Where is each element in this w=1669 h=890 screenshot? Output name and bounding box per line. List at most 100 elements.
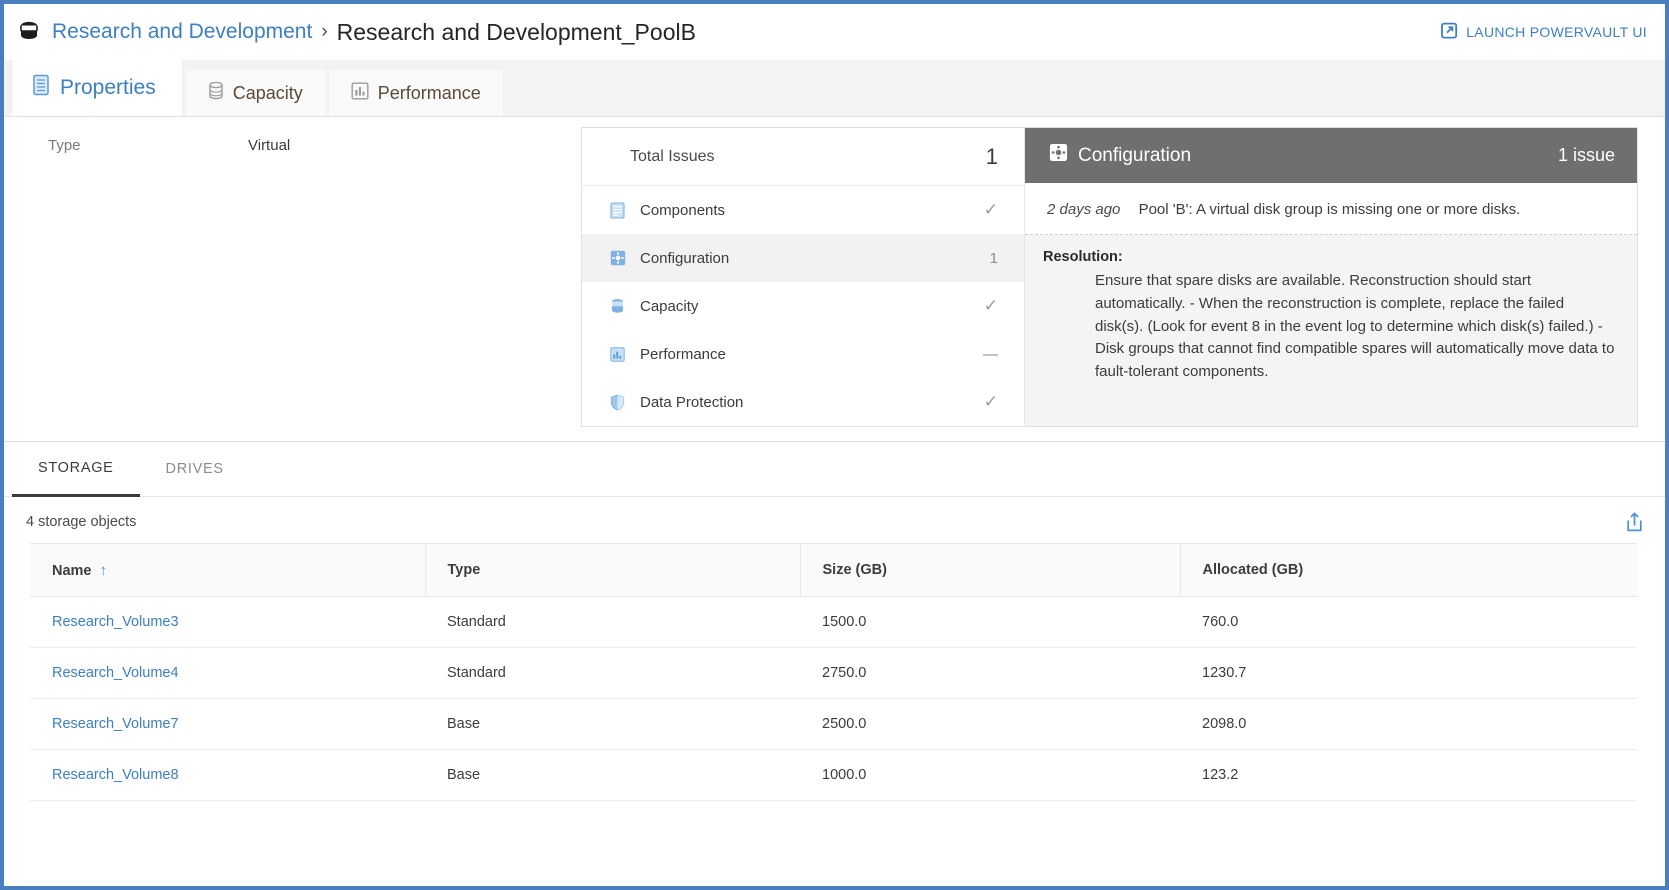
storage-object-count: 4 storage objects — [26, 514, 137, 530]
components-icon — [610, 201, 636, 219]
tab-properties-label: Properties — [60, 75, 156, 99]
storage-table: Name ↑ Type Size (GB) Allocated (GB) Rese… — [30, 543, 1637, 801]
volume-link[interactable]: Research_Volume3 — [52, 614, 179, 630]
storage-count-row: 4 storage objects — [4, 497, 1665, 543]
total-issues-row: Total Issues 1 — [582, 128, 1024, 186]
launch-powervault-ui-label: LAUNCH POWERVAULT UI — [1466, 24, 1647, 40]
section-tab-storage[interactable]: STORAGE — [12, 442, 140, 497]
cell-type: Base — [425, 749, 800, 801]
storage-table-header: Name ↑ Type Size (GB) Allocated (GB) — [30, 543, 1637, 597]
issue-category-performance-status: — — [983, 345, 998, 363]
table-row[interactable]: Research_Volume3 Standard 1500.0 760.0 — [30, 596, 1637, 648]
cell-name[interactable]: Research_Volume4 — [30, 647, 425, 699]
data-protection-icon — [610, 393, 636, 411]
property-type: Type Virtual — [48, 137, 468, 154]
column-header-type[interactable]: Type — [424, 543, 800, 597]
cell-allocated: 123.2 — [1180, 749, 1637, 801]
configuration-icon — [1049, 143, 1068, 168]
tab-performance[interactable]: Performance — [328, 70, 503, 116]
bar-chart-icon — [351, 82, 369, 105]
issue-category-data-protection-status: ✓ — [983, 392, 998, 411]
issue-category-data-protection-label: Data Protection — [640, 393, 744, 411]
cell-type: Standard — [425, 596, 800, 648]
issue-detail-title: Configuration — [1078, 144, 1192, 166]
properties-list-icon — [32, 74, 51, 102]
column-header-name[interactable]: Name ↑ — [30, 543, 425, 597]
total-issues-label: Total Issues — [630, 147, 715, 165]
cell-allocated: 760.0 — [1180, 596, 1637, 648]
issues-category-list: Total Issues 1 Components ✓ Configuratio… — [582, 128, 1025, 426]
tab-performance-label: Performance — [377, 82, 481, 103]
page-header: Research and Development › Research and … — [4, 4, 1665, 60]
tab-properties[interactable]: Properties — [12, 59, 182, 116]
issue-resolution-label: Resolution: — [1043, 249, 1123, 265]
tab-capacity[interactable]: Capacity — [185, 70, 325, 116]
breadcrumb-separator: › — [321, 21, 328, 42]
cell-type: Base — [425, 698, 800, 750]
main-tabs: Properties Capacity Performance — [4, 59, 1665, 117]
section-tab-drives-label: DRIVES — [165, 461, 224, 477]
issue-category-data-protection[interactable]: Data Protection ✓ — [582, 378, 1024, 426]
cell-size: 2500.0 — [800, 698, 1180, 750]
configuration-icon — [610, 250, 636, 266]
issue-category-configuration-status: 1 — [989, 249, 998, 267]
sort-ascending-icon: ↑ — [99, 561, 108, 579]
cell-size: 2750.0 — [800, 647, 1180, 699]
issue-message: Pool 'B': A virtual disk group is missin… — [1138, 201, 1521, 218]
table-row[interactable]: Research_Volume7 Base 2500.0 2098.0 — [30, 698, 1637, 750]
cell-allocated: 2098.0 — [1180, 698, 1637, 750]
issue-detail-count: 1 issue — [1557, 145, 1615, 165]
breadcrumb-parent-link[interactable]: Research and Development — [52, 20, 312, 44]
issue-category-capacity[interactable]: Capacity ✓ — [582, 282, 1024, 330]
issue-detail-header: Configuration 1 issue — [1025, 128, 1637, 183]
issue-category-components-status: ✓ — [983, 200, 998, 219]
cell-allocated: 1230.7 — [1180, 647, 1637, 699]
property-type-label: Type — [48, 137, 81, 154]
issue-category-components[interactable]: Components ✓ — [582, 186, 1024, 234]
issues-widget: Total Issues 1 Components ✓ Configuratio… — [581, 127, 1638, 427]
database-icon — [18, 20, 40, 44]
storage-table-body: Research_Volume3 Standard 1500.0 760.0 R… — [30, 596, 1637, 801]
volume-link[interactable]: Research_Volume4 — [52, 665, 179, 681]
issue-detail-panel: Configuration 1 issue 2 days ago Pool 'B… — [1025, 128, 1637, 426]
application-window: Research and Development › Research and … — [0, 0, 1669, 890]
page-title: Research and Development_PoolB — [336, 18, 696, 45]
launch-powervault-ui-button[interactable]: LAUNCH POWERVAULT UI — [1441, 22, 1647, 42]
external-link-icon — [1441, 22, 1458, 42]
issue-category-capacity-label: Capacity — [640, 297, 699, 315]
tab-capacity-label: Capacity — [232, 82, 303, 103]
issue-detail-message-row: 2 days ago Pool 'B': A virtual disk grou… — [1025, 183, 1637, 235]
table-row[interactable]: Research_Volume8 Base 1000.0 123.2 — [30, 749, 1637, 801]
property-type-value: Virtual — [248, 137, 291, 154]
issue-resolution-text: Ensure that spare disks are available. R… — [1095, 272, 1615, 381]
issue-category-components-label: Components — [640, 201, 726, 219]
cell-size: 1000.0 — [800, 749, 1180, 801]
column-header-size[interactable]: Size (GB) — [799, 543, 1180, 597]
database-icon — [208, 81, 224, 105]
issue-resolution-block: Resolution: Ensure that spare disks are … — [1025, 235, 1637, 426]
cell-name[interactable]: Research_Volume3 — [30, 596, 425, 648]
section-tab-drives[interactable]: DRIVES — [140, 442, 250, 497]
properties-panel: Type Virtual Total Issues 1 Components ✓… — [4, 117, 1665, 442]
issue-category-capacity-status: ✓ — [983, 296, 998, 315]
issue-category-performance[interactable]: Performance — — [582, 330, 1024, 378]
volume-link[interactable]: Research_Volume8 — [52, 767, 179, 783]
issue-timestamp: 2 days ago — [1047, 201, 1121, 218]
storage-section-tabs: STORAGE DRIVES — [4, 442, 1665, 497]
column-header-allocated[interactable]: Allocated (GB) — [1179, 543, 1637, 597]
section-tab-storage-label: STORAGE — [38, 459, 114, 476]
performance-icon — [610, 346, 636, 362]
total-issues-count: 1 — [985, 143, 998, 169]
table-header-row: Name ↑ Type Size (GB) Allocated (GB) — [30, 543, 1637, 597]
export-share-icon[interactable] — [1624, 511, 1645, 533]
cell-type: Standard — [425, 647, 800, 699]
cell-name[interactable]: Research_Volume8 — [30, 749, 425, 801]
issue-category-configuration-label: Configuration — [640, 249, 730, 267]
issue-category-configuration[interactable]: Configuration 1 — [582, 234, 1024, 282]
capacity-icon — [610, 298, 636, 315]
volume-link[interactable]: Research_Volume7 — [52, 716, 179, 732]
cell-size: 1500.0 — [800, 596, 1180, 648]
column-header-name-label: Name — [52, 562, 92, 579]
cell-name[interactable]: Research_Volume7 — [30, 698, 425, 750]
table-row[interactable]: Research_Volume4 Standard 2750.0 1230.7 — [30, 647, 1637, 699]
